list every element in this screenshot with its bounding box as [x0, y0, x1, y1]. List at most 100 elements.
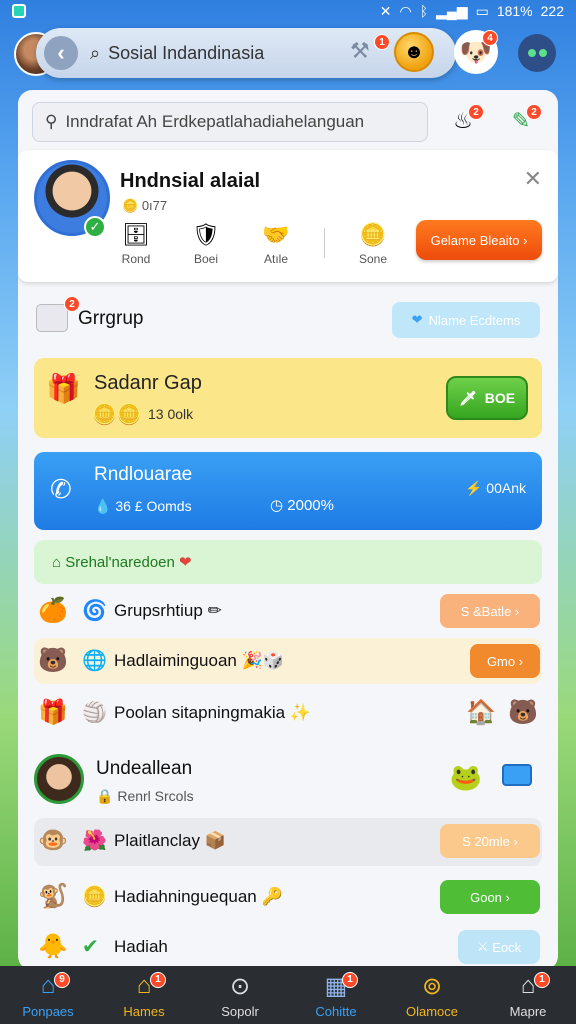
mute-icon: ✕ — [379, 2, 392, 19]
nav-item-olamoce[interactable]: ⊚ Olamoce — [392, 972, 472, 1019]
list-item-label: Hadiahninguequan 🔑 — [114, 887, 283, 906]
home-icon: ⌂ — [40, 971, 56, 999]
bear-icon: 🐻 — [38, 647, 68, 674]
stat-atile[interactable]: 🤝 Atıle — [254, 222, 298, 266]
sword-icon: ⚔ — [476, 939, 489, 954]
nav-item-sopolr[interactable]: ⊙ Sopolr — [200, 972, 280, 1019]
coin-icon: 🪙 — [359, 222, 387, 247]
flower-icon: 🌺 — [82, 830, 107, 852]
list-item[interactable]: 🍊 🌀 Grupsrhtiup ✏ S &Batle › — [34, 588, 542, 634]
edit-badge: 2 — [526, 104, 542, 120]
list-item[interactable]: 🐵 🌺 Plaitlanclay 📦 S 20mle › — [34, 818, 542, 866]
monkey-face-icon: 🐒 — [38, 883, 68, 910]
call-card[interactable]: ✆ Rndlouarae 💧 36 £ Oomds ◷ 2000% ⚡ 00An… — [34, 452, 542, 530]
nav-item-mapre[interactable]: ⌂ 1 Mapre — [488, 971, 568, 1019]
chef-badge: 2 — [468, 104, 484, 120]
bear-face-icon[interactable]: 🐻 — [508, 698, 538, 727]
stat-divider — [324, 228, 325, 258]
bluetooth-icon: ᛒ — [419, 3, 429, 19]
list-item[interactable]: 🐻 🌐 Hadlaiminguoan 🎉🎲 Gmo › — [34, 638, 542, 684]
list-item-pill[interactable]: S &Batle › — [440, 594, 540, 628]
nav-badge: 1 — [150, 971, 166, 988]
status-time: 222 — [540, 3, 564, 19]
search-input[interactable]: Sosial Indandinasia — [108, 43, 264, 64]
house-icon: ⌂ — [136, 971, 152, 999]
sword-icon: 🗡 — [458, 389, 477, 406]
compass-icon: ⊙ — [229, 972, 251, 1000]
profile-sub: 🪙 0ı77 — [122, 198, 168, 213]
search-bar[interactable]: ‹ ⌕ Sosial Indandinasia ⚒ 1 ☻ — [36, 28, 456, 78]
gap-title: Sadanr Gap — [94, 372, 202, 394]
list-item-label: Hadlaiminguoan 🎉🎲 — [114, 651, 284, 670]
nav-badge: 1 — [534, 971, 550, 988]
gift-icon: 🎁 — [46, 373, 81, 404]
verified-icon: ✓ — [84, 216, 106, 238]
ball-icon: 🏐 — [82, 702, 107, 724]
status-bar: ✕ ◠ ᛒ ▂▄▆ ▭ 181% 222 — [0, 0, 576, 22]
stat-sone[interactable]: 🪙 Sone — [351, 222, 395, 266]
search-circle-icon: ⊚ — [421, 972, 443, 1000]
panel-search-text: Inndrafat Ah Erdkepatlahadiahelanguan — [65, 112, 365, 131]
nav-item-hames[interactable]: ⌂ 1 Hames — [104, 971, 184, 1019]
top-bar: ‹ ⌕ Sosial Indandinasia ⚒ 1 ☻ 🐶 4 — [14, 26, 562, 82]
list-item-pill[interactable]: S 20mle › — [440, 824, 540, 858]
list-item-pill[interactable]: Gmo › — [470, 644, 540, 678]
stat-boei[interactable]: 🛡 Boei — [184, 222, 228, 266]
nav-item-cohitte[interactable]: ▦ 1 Cohitte — [296, 971, 376, 1019]
wifi-icon: ◠ — [399, 2, 412, 19]
check-icon: ✔ — [82, 936, 99, 958]
group-icon — [36, 304, 68, 332]
close-icon[interactable]: ✕ — [524, 166, 542, 192]
screen-icon[interactable] — [502, 764, 532, 786]
group-pill-button[interactable]: ❤ Nlame Ecdtems — [392, 302, 540, 338]
heart-row[interactable]: ⌂ Srehal'naredoen ❤ — [34, 540, 542, 584]
profile-name: Hndnsial alaial — [120, 170, 261, 192]
nav-badge: 1 — [342, 971, 358, 988]
stat-rond[interactable]: 🗄 Rond — [114, 222, 158, 266]
signal-icon: ▂▄▆ — [436, 2, 468, 19]
list-item-label: Grupsrhtiup ✏ — [114, 601, 222, 620]
group-row[interactable]: 2 Grrgrup ❤ Nlame Ecdtems — [34, 296, 542, 340]
profile-action-button[interactable]: Gelame Bleaito › — [416, 220, 542, 260]
user-sub: 🔒 Renrl Srcols — [96, 788, 194, 804]
coin-face-icon[interactable]: ☻ — [394, 32, 434, 72]
gift-box-icon: 🎁 — [38, 699, 68, 726]
panel-search-input[interactable]: ⚲ Inndrafat Ah Erdkepatlahadiahelanguan — [32, 102, 428, 142]
bird-icon: 🐥 — [38, 933, 68, 960]
app-notification-icon — [12, 4, 26, 18]
tools-badge: 1 — [374, 34, 390, 50]
profile-stats: 🗄 Rond 🛡 Boei 🤝 Atıle 🪙 Sone — [114, 222, 395, 266]
call-title: Rndlouarae — [94, 464, 193, 485]
pencil-icon: ✏ — [207, 601, 222, 620]
nav-item-ponpaes[interactable]: ⌂ 9 Ponpaes — [8, 971, 88, 1019]
user-row[interactable]: Undeallean 🔒 Renrl Srcols 🐸 — [34, 750, 542, 818]
heart-row-text: ⌂ Srehal'naredoen ❤ — [52, 554, 192, 571]
user-avatar[interactable] — [34, 754, 84, 804]
handshake-icon: 🤝 — [262, 222, 290, 247]
more-button[interactable] — [518, 34, 556, 72]
battery-level: 181% — [496, 3, 533, 19]
house-icon[interactable]: 🏠 — [466, 698, 496, 727]
list-item-pill[interactable]: ⚔ Eock — [458, 930, 540, 964]
swirl-icon: 🌀 — [82, 600, 107, 622]
frog-icon[interactable]: 🐸 — [450, 762, 482, 793]
monkey-icon: 🐵 — [38, 827, 68, 854]
heart-icon: ❤ — [411, 312, 423, 327]
phone-icon: ✆ — [50, 474, 72, 504]
list-item[interactable]: 🎁 🏐 Poolan sitapningmakia ✨ 🏠 🐻 — [34, 690, 542, 736]
battery-icon: ▭ — [475, 2, 489, 19]
gap-card[interactable]: 🎁 Sadanr Gap 🪙🪙 13 0olk 🗡 BOE — [34, 358, 542, 438]
back-button[interactable]: ‹ — [44, 36, 78, 70]
list-item-label: Poolan sitapningmakia ✨ — [114, 703, 311, 722]
call-time: ◷ 2000% — [270, 497, 334, 514]
mascot-badge: 4 — [482, 30, 498, 46]
bag-icon: ⌂ — [520, 971, 536, 999]
call-right[interactable]: ⚡ 00Ank — [465, 480, 526, 497]
coins-icon: 🪙🪙 — [92, 404, 142, 426]
gap-button[interactable]: 🗡 BOE — [446, 376, 528, 420]
list-item[interactable]: 🐥 ✔ Hadiah ⚔ Eock — [34, 924, 542, 970]
orange-slice-icon: 🍊 — [38, 597, 68, 624]
main-panel: ⚲ Inndrafat Ah Erdkepatlahadiahelanguan … — [18, 90, 558, 970]
list-item-pill[interactable]: Goon › — [440, 880, 540, 914]
list-item[interactable]: 🐒 🪙 Hadiahninguequan 🔑 Goon › — [34, 874, 542, 920]
